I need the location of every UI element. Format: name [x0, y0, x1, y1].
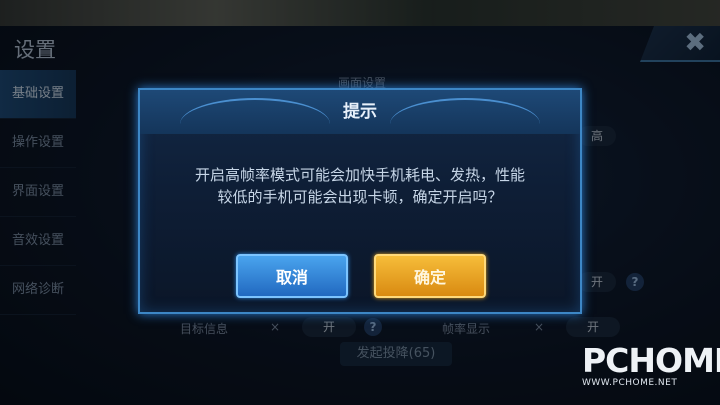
- dialog-message-line-1: 开启高帧率模式可能会加快手机耗电、发热，性能: [194, 166, 525, 184]
- cancel-button[interactable]: 取消: [236, 254, 348, 298]
- dialog-message-line-2: 较低的手机可能会出现卡顿，确定开启吗？: [217, 188, 503, 206]
- confirm-button[interactable]: 确定: [374, 254, 486, 298]
- pchome-watermark: PCHOME WWW.PCHOME.NET: [582, 341, 720, 389]
- dialog-message: 开启高帧率模式可能会加快手机耗电、发热，性能 较低的手机可能会出现卡顿，确定开启…: [160, 164, 560, 208]
- watermark-logo: PCHOME: [582, 341, 720, 380]
- confirm-dialog: 提示 开启高帧率模式可能会加快手机耗电、发热，性能 较低的手机可能会出现卡顿，确…: [138, 88, 582, 314]
- dialog-title: 提示: [343, 102, 377, 122]
- dialog-header: 提示: [140, 90, 580, 134]
